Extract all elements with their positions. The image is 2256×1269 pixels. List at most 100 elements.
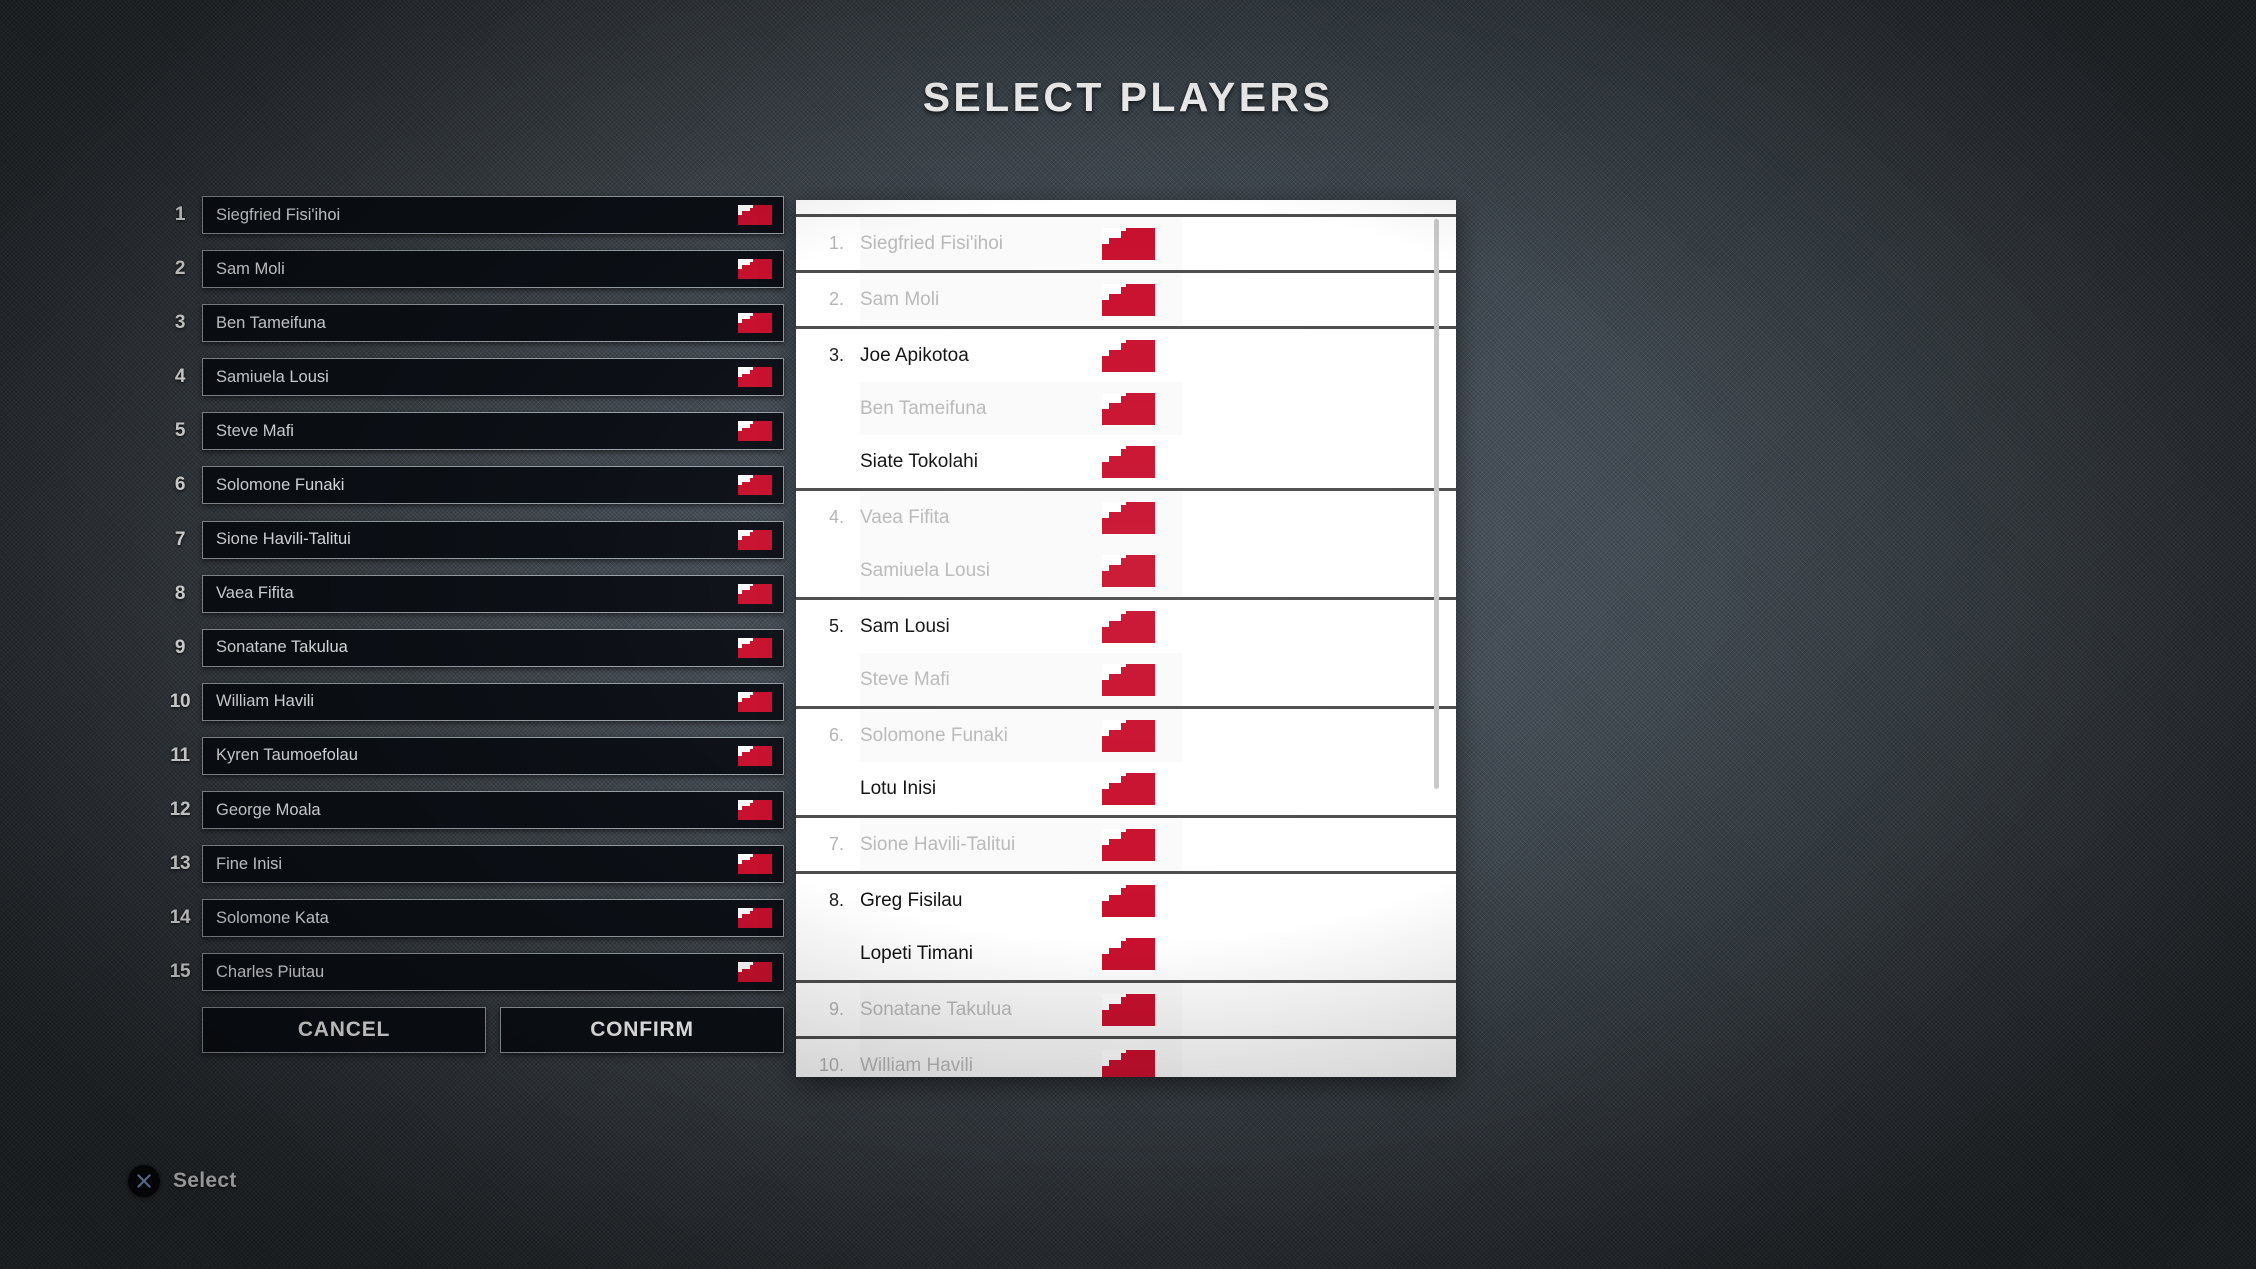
tonga-flag-icon bbox=[1102, 445, 1155, 478]
lineup-player-slot[interactable]: Kyren Taumoefolau bbox=[202, 736, 784, 775]
squad-flag-cell bbox=[1102, 772, 1182, 805]
lineup-row[interactable]: 8 Vaea Fifita bbox=[158, 574, 784, 613]
squad-row[interactable]: Lotu Inisi bbox=[796, 762, 1456, 815]
squad-player-name: Lotu Inisi bbox=[860, 777, 937, 799]
tonga-flag-icon bbox=[1102, 610, 1155, 643]
confirm-button[interactable]: CONFIRM bbox=[500, 1007, 784, 1054]
lineup-row[interactable]: 13 Fine Inisi bbox=[158, 845, 784, 884]
squad-row: Ben Tameifuna bbox=[796, 382, 1456, 435]
squad-player-name: William Havili bbox=[860, 1054, 973, 1076]
lineup-player-slot[interactable]: Ben Tameifuna bbox=[202, 304, 784, 343]
lineup-row[interactable]: 5 Steve Mafi bbox=[158, 412, 784, 451]
squad-flag-cell bbox=[1102, 501, 1182, 534]
flag-cross-horizontal bbox=[1108, 455, 1143, 463]
flag-cross-horizontal bbox=[742, 211, 765, 216]
squad-row[interactable]: 3. Joe Apikotoa bbox=[796, 329, 1456, 382]
tonga-flag-icon bbox=[1102, 884, 1155, 917]
lineup-row[interactable]: 14 Solomone Kata bbox=[158, 899, 784, 938]
squad-row[interactable]: 8. Greg Fisilau bbox=[796, 874, 1456, 927]
lineup-player-slot[interactable]: Sione Havili-Talitui bbox=[202, 520, 784, 559]
lineup-row[interactable]: 9 Sonatane Takulua bbox=[158, 628, 784, 667]
action-button-group: CANCEL CONFIRM bbox=[158, 1007, 784, 1054]
lineup-player-slot[interactable]: Fine Inisi bbox=[202, 845, 784, 884]
tonga-flag-icon bbox=[1102, 937, 1155, 970]
squad-row[interactable]: Siate Tokolahi bbox=[796, 435, 1456, 488]
tonga-flag-icon bbox=[738, 583, 772, 604]
squad-row-body: Sione Havili-Talitui bbox=[860, 818, 1182, 871]
lineup-player-slot[interactable]: Sam Moli bbox=[202, 250, 784, 289]
lineup-player-name: Steve Mafi bbox=[216, 421, 294, 440]
lineup-row[interactable]: 12 George Moala bbox=[158, 791, 784, 830]
squad-scrollbar[interactable] bbox=[1432, 214, 1440, 1063]
flag-cross-horizontal bbox=[742, 427, 765, 433]
tonga-flag-icon bbox=[1102, 828, 1155, 861]
squad-row-body[interactable]: Lopeti Timani bbox=[860, 927, 1182, 980]
squad-player-name: Samiuela Lousi bbox=[860, 559, 990, 581]
lineup-player-slot[interactable]: Samiuela Lousi bbox=[202, 358, 784, 397]
lineup-player-name: George Moala bbox=[216, 800, 321, 819]
lineup-row-number: 14 bbox=[169, 907, 191, 929]
squad-row-body[interactable]: Greg Fisilau bbox=[860, 874, 1182, 927]
tonga-flag-icon bbox=[1102, 1049, 1155, 1077]
squad-row-index: 7. bbox=[828, 834, 844, 854]
squad-player-name: Sonatane Takulua bbox=[860, 998, 1012, 1020]
lineup-row-number: 10 bbox=[169, 690, 191, 712]
squad-scrollbar-thumb[interactable] bbox=[1434, 219, 1439, 789]
lineup-player-slot[interactable]: Charles Piutau bbox=[202, 953, 784, 992]
cancel-button[interactable]: CANCEL bbox=[202, 1007, 486, 1054]
flag-cross-horizontal bbox=[742, 968, 765, 973]
squad-row-index: 10. bbox=[818, 1055, 844, 1075]
lineup-player-slot[interactable]: Steve Mafi bbox=[202, 412, 784, 451]
lineup-player-name: Ben Tameifuna bbox=[216, 313, 326, 332]
squad-panel: 1. Siegfried Fisi'ihoi 2. Sam Moli 3. Joe Api… bbox=[796, 200, 1456, 1077]
squad-row: 7. Sione Havili-Talitui bbox=[796, 818, 1456, 871]
squad-row[interactable]: Lopeti Timani bbox=[796, 927, 1456, 980]
lineup-player-slot[interactable]: Solomone Kata bbox=[202, 899, 784, 938]
squad-flag-cell bbox=[1102, 339, 1182, 372]
lineup-row[interactable]: 11 Kyren Taumoefolau bbox=[158, 736, 784, 775]
tonga-flag-icon bbox=[738, 313, 772, 334]
lineup-row[interactable]: 3 Ben Tameifuna bbox=[158, 304, 784, 343]
flag-cross-horizontal bbox=[742, 265, 765, 270]
lineup-row[interactable]: 4 Samiuela Lousi bbox=[158, 358, 784, 397]
lineup-list: 1 Siegfried Fisi'ihoi 2 Sam Moli 3 Ben Tameif… bbox=[158, 196, 784, 992]
squad-row-body[interactable]: Sam Lousi bbox=[860, 600, 1182, 653]
flag-cross-horizontal bbox=[1108, 237, 1143, 245]
flag-cross-horizontal bbox=[742, 806, 765, 811]
squad-flag-cell bbox=[1102, 554, 1182, 587]
tonga-flag-icon bbox=[1102, 554, 1155, 587]
lineup-player-slot[interactable]: Solomone Funaki bbox=[202, 466, 784, 505]
flag-cross-horizontal bbox=[742, 752, 765, 757]
flag-cross-horizontal bbox=[1108, 729, 1143, 737]
lineup-row-number: 13 bbox=[169, 853, 191, 875]
squad-row: 6. Solomone Funaki bbox=[796, 709, 1456, 762]
squad-row-body[interactable]: Joe Apikotoa bbox=[860, 329, 1182, 382]
lineup-player-name: William Havili bbox=[216, 692, 315, 711]
lineup-row[interactable]: 2 Sam Moli bbox=[158, 250, 784, 289]
lineup-row-number: 11 bbox=[170, 744, 190, 766]
lineup-row-number: 2 bbox=[174, 258, 186, 280]
squad-player-name: Vaea Fifita bbox=[860, 506, 950, 528]
lineup-player-slot[interactable]: George Moala bbox=[202, 791, 784, 830]
lineup-row[interactable]: 1 Siegfried Fisi'ihoi bbox=[158, 196, 784, 234]
squad-player-name: Sam Lousi bbox=[860, 615, 950, 637]
squad-player-name: Greg Fisilau bbox=[860, 889, 963, 911]
tonga-flag-icon bbox=[1102, 993, 1155, 1026]
tonga-flag-icon bbox=[738, 529, 772, 550]
lineup-row[interactable]: 6 Solomone Funaki bbox=[158, 466, 784, 505]
lineup-row[interactable]: 7 Sione Havili-Talitui bbox=[158, 520, 784, 559]
lineup-player-slot[interactable]: William Havili bbox=[202, 682, 784, 721]
tonga-flag-icon bbox=[1102, 501, 1155, 534]
squad-row: 1. Siegfried Fisi'ihoi bbox=[796, 217, 1456, 270]
squad-row-body[interactable]: Siate Tokolahi bbox=[860, 435, 1182, 488]
lineup-player-slot[interactable]: Siegfried Fisi'ihoi bbox=[202, 196, 784, 234]
lineup-row[interactable]: 10 William Havili bbox=[158, 682, 784, 721]
lineup-player-slot[interactable]: Sonatane Takulua bbox=[202, 628, 784, 667]
flag-cross-horizontal bbox=[1108, 564, 1143, 572]
squad-row[interactable]: 5. Sam Lousi bbox=[796, 600, 1456, 653]
squad-row-body: Sam Moli bbox=[860, 273, 1182, 326]
lineup-row[interactable]: 15 Charles Piutau bbox=[158, 953, 784, 992]
squad-flag-cell bbox=[1102, 993, 1182, 1026]
lineup-player-slot[interactable]: Vaea Fifita bbox=[202, 574, 784, 613]
squad-row-body[interactable]: Lotu Inisi bbox=[860, 762, 1182, 815]
